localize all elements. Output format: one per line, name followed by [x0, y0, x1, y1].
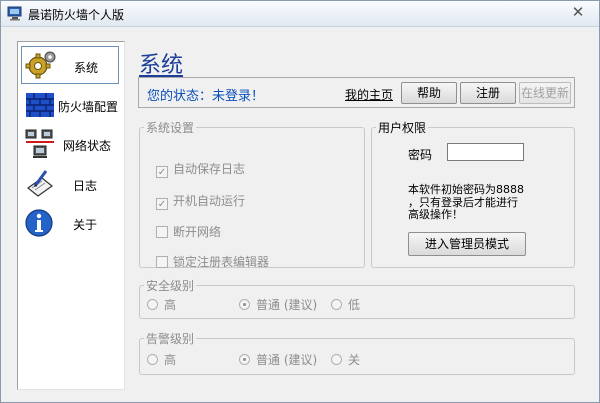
- radio-unselected-icon: [147, 299, 158, 310]
- user-rights-legend: 用户权限: [378, 121, 427, 135]
- radio-label: 普通 (建议): [256, 298, 318, 312]
- radio-unselected-icon: [147, 354, 158, 365]
- log-pen-icon: [27, 170, 53, 197]
- close-icon: ✕: [571, 3, 585, 21]
- sidebar: 系统 防火墙配置 网络状态 日志 关于: [17, 41, 125, 390]
- sidebar-item-label: 防火墙配置: [58, 100, 119, 114]
- checkbox-label: 断开网络: [173, 225, 222, 239]
- security-low-radio[interactable]: 低: [331, 296, 360, 313]
- sidebar-item-log[interactable]: 日志: [21, 165, 119, 203]
- status-bar: 您的状态：未登录！ 我的主页 帮助 注册 在线更新: [138, 77, 575, 108]
- radio-label: 高: [164, 298, 177, 312]
- checkbox-unchecked-icon: [156, 256, 168, 268]
- network-computers-icon: [25, 129, 54, 158]
- close-button[interactable]: ✕: [567, 2, 589, 22]
- admin-mode-button[interactable]: 进入管理员模式: [408, 232, 526, 256]
- security-normal-radio[interactable]: 普通 (建议): [239, 296, 317, 313]
- disconnect-network-checkbox[interactable]: 断开网络: [156, 223, 221, 239]
- alert-high-radio[interactable]: 高: [147, 351, 176, 368]
- system-settings-group: 系统设置 ✓ 自动保存日志 ✓ 开机自动运行 断开网络 锁定注册表编辑器: [139, 119, 365, 269]
- system-settings-legend: 系统设置: [146, 121, 195, 135]
- radio-selected-icon: [239, 354, 250, 365]
- alert-level-legend: 告警级别: [146, 332, 195, 346]
- online-update-button[interactable]: 在线更新: [519, 82, 571, 104]
- sidebar-item-firewall-config[interactable]: 防火墙配置: [21, 86, 119, 124]
- security-high-radio[interactable]: 高: [147, 296, 176, 313]
- checkbox-label: 开机自动运行: [173, 194, 246, 208]
- help-button[interactable]: 帮助: [401, 82, 457, 104]
- sidebar-item-system[interactable]: 系统: [21, 46, 119, 84]
- checkbox-label: 锁定注册表编辑器: [173, 255, 270, 269]
- page-title: 系统: [139, 53, 184, 78]
- radio-label: 高: [164, 353, 177, 367]
- sidebar-item-label: 系统: [74, 61, 99, 75]
- brick-wall-icon: [26, 93, 54, 117]
- password-label: 密码: [408, 148, 433, 162]
- sidebar-item-about[interactable]: 关于: [21, 204, 119, 242]
- title-bar[interactable]: 晨诺防火墙个人版 ✕: [1, 1, 599, 27]
- app-window: 晨诺防火墙个人版 ✕ 系统 防火墙配置 网络状态 日志 关于 系统 您的状态：未…: [0, 0, 600, 403]
- info-icon: [25, 209, 53, 237]
- radio-label: 关: [348, 353, 361, 367]
- security-level-legend: 安全级别: [146, 279, 195, 293]
- auto-save-log-checkbox[interactable]: ✓ 自动保存日志: [156, 160, 246, 178]
- sidebar-item-label: 网络状态: [63, 139, 112, 153]
- checkbox-label: 自动保存日志: [173, 162, 246, 176]
- radio-label: 低: [348, 298, 361, 312]
- sidebar-item-label: 关于: [73, 218, 98, 232]
- checkbox-checked-icon: ✓: [156, 198, 168, 210]
- checkbox-unchecked-icon: [156, 226, 168, 238]
- register-button[interactable]: 注册: [460, 82, 516, 104]
- radio-selected-icon: [239, 299, 250, 310]
- alert-normal-radio[interactable]: 普通 (建议): [239, 351, 317, 368]
- gear-icon: [25, 51, 56, 79]
- home-page-link[interactable]: 我的主页: [345, 86, 393, 103]
- login-status-text: 您的状态：未登录！: [147, 89, 265, 104]
- password-input[interactable]: [447, 143, 524, 161]
- info-text-line-3: 高级操作！: [408, 208, 463, 221]
- sidebar-item-label: 日志: [73, 179, 98, 193]
- sidebar-item-network-status[interactable]: 网络状态: [21, 125, 119, 163]
- window-title: 晨诺防火墙个人版: [28, 8, 125, 22]
- auto-start-checkbox[interactable]: ✓ 开机自动运行: [156, 192, 246, 210]
- app-computer-icon: [7, 6, 22, 21]
- radio-label: 普通 (建议): [256, 353, 318, 367]
- radio-unselected-icon: [331, 299, 342, 310]
- alert-off-radio[interactable]: 关: [331, 351, 360, 368]
- checkbox-checked-icon: ✓: [156, 166, 168, 178]
- lock-registry-editor-checkbox[interactable]: 锁定注册表编辑器: [156, 253, 269, 269]
- radio-unselected-icon: [331, 354, 342, 365]
